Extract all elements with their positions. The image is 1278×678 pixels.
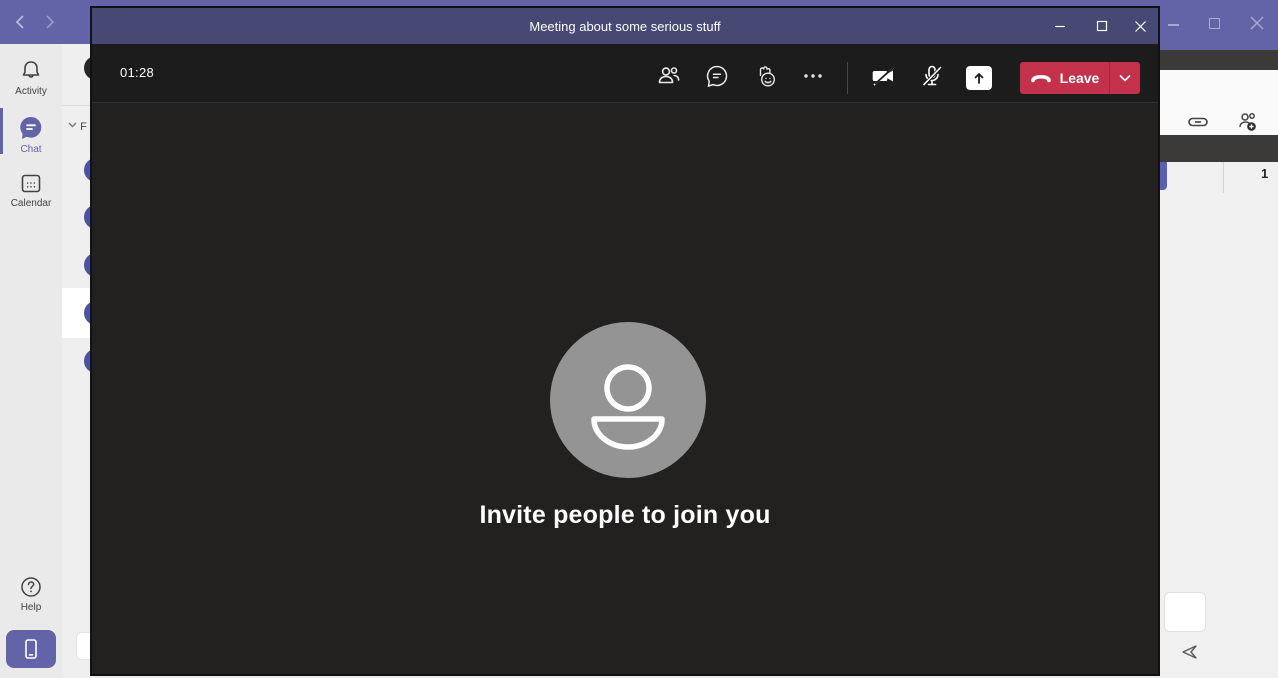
screen: 1 Activity <box>0 0 1278 678</box>
join-button-edge[interactable] <box>1160 158 1167 190</box>
compose-input[interactable] <box>1164 592 1206 632</box>
reactions-icon[interactable] <box>751 62 779 90</box>
invite-text: Invite people to join you <box>92 501 1158 530</box>
send-icon[interactable] <box>1180 642 1200 662</box>
leave-button[interactable]: Leave <box>1020 62 1140 94</box>
minimize-icon[interactable] <box>1040 8 1080 44</box>
share-arrow-icon <box>971 70 987 86</box>
mobile-app-button[interactable] <box>6 630 56 668</box>
participant-count: 1 <box>1261 166 1268 181</box>
sidebar-item-calendar[interactable]: Calendar <box>0 170 62 209</box>
sidebar-item-help[interactable]: Help <box>0 574 62 613</box>
back-icon[interactable] <box>12 13 30 31</box>
background-dark-band-2 <box>1160 135 1278 162</box>
leave-options-caret[interactable] <box>1109 62 1140 94</box>
meeting-header-panel: 1 <box>1160 70 1278 135</box>
background-main-window: 1 <box>1160 0 1278 678</box>
meeting-stage: Invite people to join you <box>92 103 1158 674</box>
maximize-icon[interactable] <box>1082 8 1122 44</box>
toolbar-divider <box>847 62 848 94</box>
meeting-timer: 01:28 <box>120 65 154 80</box>
sidebar-item-label: Activity <box>0 86 62 97</box>
close-icon[interactable] <box>1120 8 1160 44</box>
meeting-window: Meeting about some serious stuff 01:28 <box>90 6 1160 676</box>
chat-filled-icon <box>0 114 62 142</box>
sidebar-item-activity[interactable]: Activity <box>0 58 62 97</box>
participants-icon[interactable] <box>655 62 683 90</box>
sidebar-item-chat[interactable]: Chat <box>0 114 62 155</box>
copy-link-icon[interactable] <box>1186 110 1210 134</box>
bell-icon <box>0 58 62 84</box>
sidebar-item-label: Calendar <box>0 198 62 209</box>
mic-off-icon[interactable] <box>918 62 946 90</box>
add-participant-icon[interactable] <box>1236 110 1260 134</box>
bg-maximize-icon[interactable] <box>1209 18 1220 29</box>
background-chat-list: F <box>62 44 90 678</box>
bg-close-icon[interactable] <box>1250 16 1264 30</box>
sidebar-item-label: Help <box>0 602 62 613</box>
hang-up-icon <box>1030 71 1052 85</box>
share-screen-button[interactable] <box>966 66 992 90</box>
more-options-icon[interactable] <box>799 62 827 90</box>
meeting-title: Meeting about some serious stuff <box>529 19 720 34</box>
forward-icon[interactable] <box>40 13 58 31</box>
meeting-toolbar: 01:28 <box>92 44 1158 103</box>
participant-avatar <box>550 322 706 478</box>
background-compose-edge <box>76 632 90 660</box>
help-icon <box>0 574 62 600</box>
leave-label: Leave <box>1060 70 1100 86</box>
meeting-titlebar[interactable]: Meeting about some serious stuff <box>92 8 1158 44</box>
camera-off-icon[interactable] <box>870 62 898 90</box>
chat-icon[interactable] <box>703 62 731 90</box>
background-dark-band <box>1160 50 1278 70</box>
background-titlebar <box>1160 0 1278 50</box>
left-rail: Activity Chat Calendar <box>0 44 62 678</box>
bg-minimize-icon[interactable] <box>1168 24 1179 26</box>
sidebar-item-label: Chat <box>0 144 62 155</box>
chat-section-header[interactable]: F <box>68 120 87 133</box>
mobile-phone-icon <box>20 636 42 662</box>
divider <box>62 105 90 106</box>
person-icon <box>550 322 706 478</box>
leave-main[interactable]: Leave <box>1020 62 1109 94</box>
calendar-icon <box>0 170 62 196</box>
